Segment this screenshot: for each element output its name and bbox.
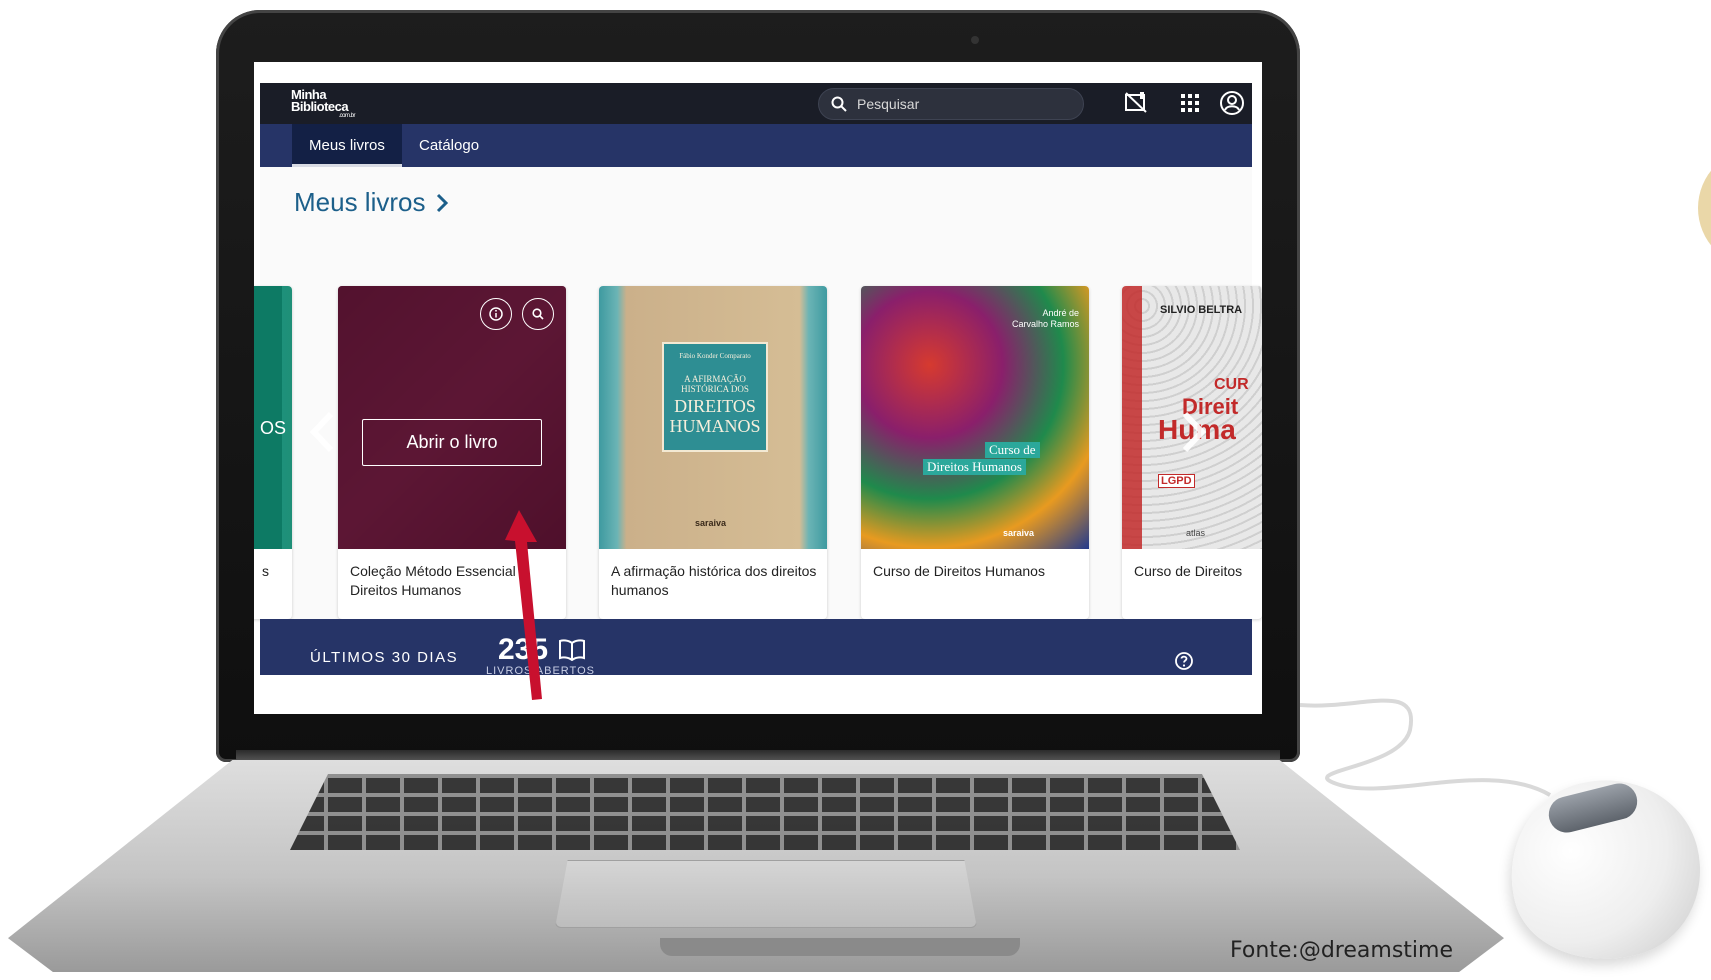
book-cover: OS [254, 286, 292, 549]
cover-line: DIREITOS [674, 396, 756, 416]
tab-meus-livros[interactable]: Meus livros [292, 124, 402, 167]
account-button[interactable] [1218, 89, 1246, 117]
cover-line: Curso de [985, 442, 1040, 458]
open-book-button[interactable]: Abrir o livro [362, 419, 542, 466]
book-title: Curso de Direitos Humanos [873, 563, 1045, 579]
info-icon [489, 307, 503, 321]
cover-line: A AFIRMAÇÃO [684, 374, 746, 384]
section-title[interactable]: Meus livros [294, 187, 449, 218]
cover-plate: Fábio Konder Comparato A AFIRMAÇÃO HISTÓ… [662, 342, 768, 452]
cover-line: CUR [1214, 376, 1249, 393]
apps-grid-icon [1181, 94, 1199, 112]
decorative-shape [1698, 148, 1711, 268]
laptop-keyboard [290, 774, 1240, 850]
book-card[interactable]: André de Carvalho Ramos Curso de Direito… [861, 286, 1089, 619]
logo[interactable]: Minha Biblioteca .com.br [291, 88, 361, 120]
chevron-right-icon [1182, 411, 1207, 453]
computer-mouse [1300, 690, 1711, 980]
search-input[interactable] [855, 95, 1059, 113]
book-cover: Fábio Konder Comparato A AFIRMAÇÃO HISTÓ… [599, 286, 827, 549]
tab-catalogo[interactable]: Catálogo [402, 124, 496, 167]
cover-badge: LGPD [1158, 474, 1195, 488]
webcam [971, 36, 979, 44]
image-credit: Fonte:@dreamstime [1230, 938, 1453, 963]
cover-line: HISTÓRICA DOS [681, 384, 749, 394]
magnifier-icon [532, 308, 544, 320]
cover-publisher: saraiva [695, 518, 727, 528]
stats-label: ÚLTIMOS 30 DIAS [310, 649, 459, 666]
cover-text: OS [260, 418, 287, 438]
section-title-text: Meus livros [294, 187, 426, 217]
cover-line: HUMANOS [669, 416, 761, 436]
chevron-right-icon [437, 193, 449, 212]
info-button[interactable] [480, 298, 512, 330]
tab-label: Meus livros [309, 137, 385, 154]
cover-author: André de Carvalho Ramos [1011, 308, 1079, 329]
stats-bar: ÚLTIMOS 30 DIAS 235 LIVROS ABERTOS [260, 619, 1252, 677]
book-title: A afirmação histórica dos direitos human… [611, 563, 817, 598]
carousel-prev-button[interactable] [302, 402, 342, 462]
cover-publisher: saraiva [1003, 528, 1035, 538]
book-card[interactable]: OS s [254, 286, 292, 619]
book-cover: André de Carvalho Ramos Curso de Direito… [861, 286, 1089, 549]
preview-button[interactable] [522, 298, 554, 330]
laptop-screen: Minha Biblioteca .com.br Pesquisar Meus … [254, 62, 1262, 714]
carousel-next-button[interactable] [1174, 402, 1214, 462]
logo-sub: .com.br [338, 113, 355, 119]
offline-button[interactable] [1122, 89, 1150, 117]
cover-spine [1122, 286, 1142, 549]
top-bar: Minha Biblioteca .com.br [260, 83, 1252, 124]
logo-line2: Biblioteca [291, 99, 349, 114]
cover-author: SILVIO BELTRA [1160, 304, 1243, 316]
annotation-arrow [505, 510, 542, 700]
search-box[interactable] [818, 88, 1084, 120]
book-card[interactable]: Fábio Konder Comparato A AFIRMAÇÃO HISTÓ… [599, 286, 827, 619]
laptop-front-lip [660, 938, 1020, 956]
account-icon [1220, 91, 1244, 115]
cover-author: Fábio Konder Comparato [679, 352, 751, 360]
no-connection-icon [1125, 92, 1147, 113]
nav-bar: Meus livros Catálogo [260, 124, 1252, 167]
book-title: s [262, 563, 269, 579]
book-title: Curso de Direitos [1134, 563, 1243, 579]
search-icon [831, 96, 847, 112]
laptop-trackpad [555, 860, 977, 928]
help-icon[interactable] [1174, 651, 1194, 671]
tab-label: Catálogo [419, 137, 480, 154]
chevron-left-icon [309, 411, 334, 453]
apps-button[interactable] [1176, 89, 1204, 117]
cover-line: Direitos Humanos [923, 459, 1026, 475]
cover-publisher: atlas [1186, 528, 1206, 538]
